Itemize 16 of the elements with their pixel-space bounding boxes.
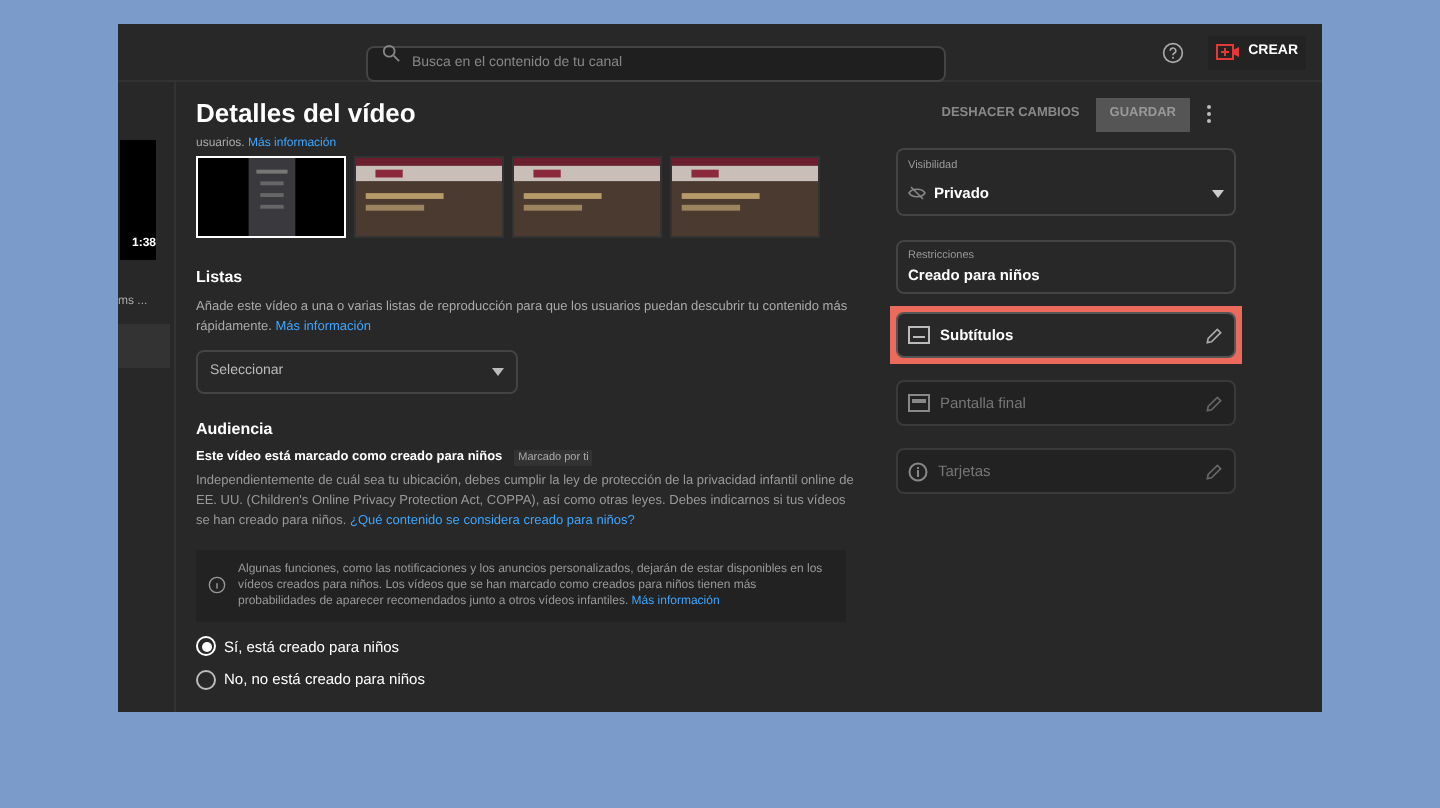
- radio-button[interactable]: [196, 669, 216, 690]
- search-icon: [382, 43, 400, 61]
- pencil-icon[interactable]: [1204, 325, 1224, 345]
- eye-off-icon: [908, 186, 926, 201]
- page-title: Detalles del vídeo: [196, 100, 418, 126]
- info-icon: [908, 461, 928, 481]
- caret-icon: [1212, 189, 1224, 198]
- subtitles-icon: [908, 326, 930, 344]
- video-plus-icon: [1216, 44, 1241, 60]
- section-heading: Audiencia: [196, 418, 275, 442]
- caret-icon: [492, 368, 504, 376]
- more-icon[interactable]: [1206, 104, 1212, 124]
- info-icon: [208, 576, 226, 595]
- section-heading: Listas: [196, 266, 245, 290]
- screen-icon: [908, 394, 930, 412]
- help-icon[interactable]: [1162, 41, 1185, 63]
